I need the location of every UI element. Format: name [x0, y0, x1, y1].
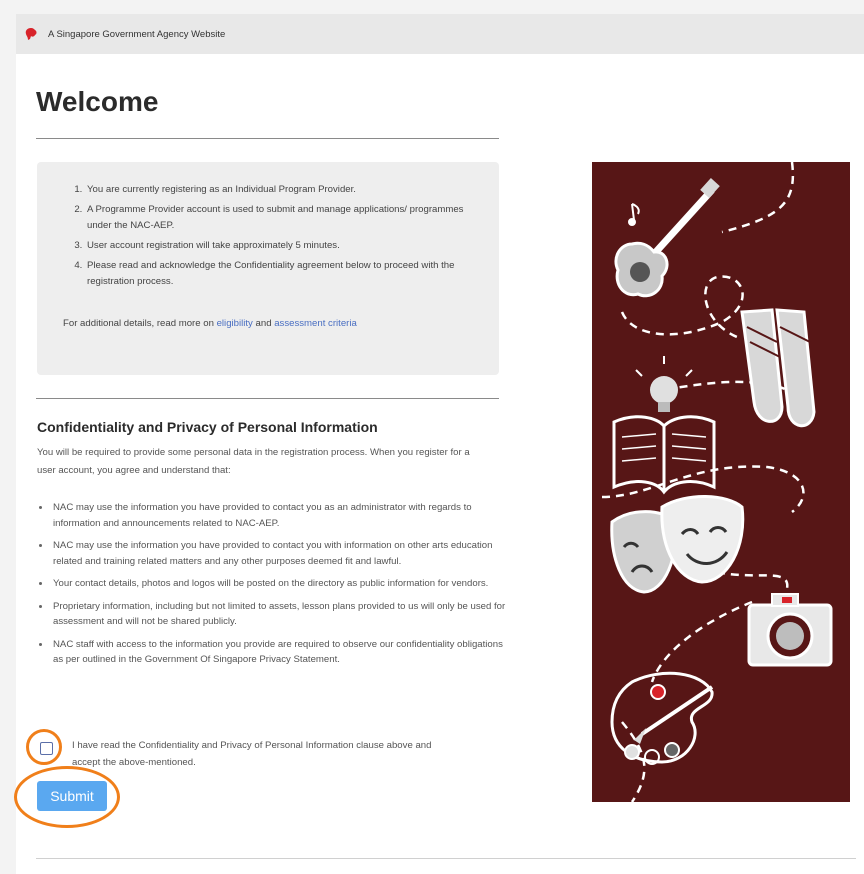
title-divider	[36, 138, 499, 139]
info-item: A Programme Provider account is used to …	[85, 202, 469, 234]
government-banner-text: A Singapore Government Agency Website	[48, 28, 226, 40]
ballet-shoes-icon	[740, 308, 816, 428]
camera-icon	[747, 593, 833, 667]
paint-palette-icon	[610, 671, 714, 765]
book-icon	[612, 415, 716, 495]
eligibility-link[interactable]: eligibility	[217, 318, 253, 329]
registration-info-box: You are currently registering as an Indi…	[37, 162, 499, 375]
government-banner: A Singapore Government Agency Website	[16, 14, 864, 54]
music-note-icon	[628, 203, 640, 226]
lightbulb-icon	[635, 356, 693, 412]
assessment-criteria-link[interactable]: assessment criteria	[274, 318, 357, 329]
terms-item: Proprietary information, including but n…	[37, 599, 512, 630]
consent-label: I have read the Confidentiality and Priv…	[72, 740, 432, 768]
arts-illustration-panel	[592, 161, 850, 803]
info-item: User account registration will take appr…	[85, 238, 469, 254]
terms-item: Your contact details, photos and logos w…	[37, 576, 512, 592]
confidentiality-intro: You will be required to provide some per…	[37, 447, 470, 476]
page-title: Welcome	[36, 86, 159, 117]
confidentiality-terms-list: NAC may use the information you have pro…	[37, 500, 512, 675]
terms-item: NAC may use the information you have pro…	[37, 500, 512, 531]
theatre-masks-icon	[610, 495, 745, 594]
additional-details-prefix: For additional details, read more on	[63, 318, 217, 329]
additional-details-conjunction: and	[252, 318, 275, 329]
guitar-icon	[614, 178, 720, 298]
terms-item: NAC may use the information you have pro…	[37, 538, 512, 569]
consent-checkbox[interactable]	[40, 742, 53, 755]
registration-info-list: You are currently registering as an Indi…	[37, 162, 499, 290]
submit-button[interactable]: Submit	[37, 781, 107, 811]
terms-item: NAC staff with access to the information…	[37, 637, 512, 668]
section-divider	[36, 398, 499, 399]
additional-details-text: For additional details, read more on eli…	[63, 316, 357, 332]
info-item: Please read and acknowledge the Confiden…	[85, 258, 469, 290]
lion-head-icon	[24, 27, 38, 41]
confidentiality-heading: Confidentiality and Privacy of Personal …	[37, 419, 378, 435]
footer-divider	[36, 858, 856, 859]
page: A Singapore Government Agency Website We…	[14, 14, 864, 874]
info-item: You are currently registering as an Indi…	[85, 182, 469, 198]
